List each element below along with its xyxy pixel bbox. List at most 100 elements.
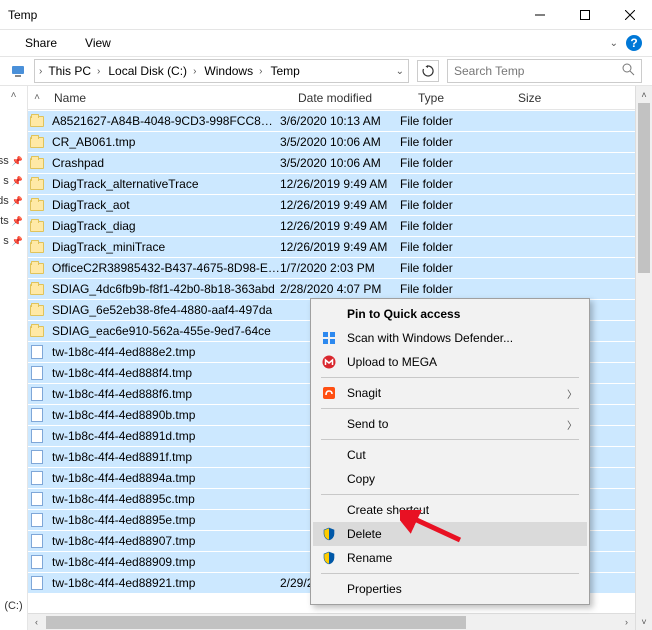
col-name[interactable]: Name (46, 91, 298, 105)
file-name: tw-1b8c-4f4-4ed8890b.tmp (46, 408, 280, 422)
search-input[interactable]: Search Temp (447, 59, 642, 83)
defender-icon (321, 331, 337, 345)
col-date[interactable]: Date modified (298, 91, 418, 105)
file-date: 12/26/2019 9:49 AM (280, 219, 400, 233)
drive-label[interactable]: (C:) (0, 600, 27, 612)
ribbon-collapse-icon[interactable]: ⌄ (610, 38, 618, 49)
menu-pin-quick-access[interactable]: Pin to Quick access (313, 302, 587, 326)
col-type[interactable]: Type (418, 91, 518, 105)
column-headers[interactable]: ˄ Name Date modified Type Size (28, 86, 635, 110)
folder-icon (28, 200, 46, 211)
pin-icon: 📌 (12, 236, 23, 247)
menu-rename[interactable]: Rename (313, 546, 587, 570)
folder-icon (28, 221, 46, 232)
vertical-scrollbar[interactable]: ˄ ˅ (635, 86, 652, 630)
menu-cut[interactable]: Cut (313, 443, 587, 467)
folder-icon (28, 179, 46, 190)
menu-upload-mega[interactable]: Upload to MEGA (313, 350, 587, 374)
file-name: tw-1b8c-4f4-4ed88921.tmp (46, 576, 280, 590)
file-date: 3/6/2020 10:13 AM (280, 114, 400, 128)
submenu-arrow-icon: 〉 (567, 417, 577, 432)
mega-icon (321, 355, 337, 369)
menu-properties[interactable]: Properties (313, 577, 587, 601)
breadcrumb[interactable]: › This PC› Local Disk (C:)› Windows› Tem… (34, 59, 409, 83)
table-row[interactable]: SDIAG_4dc6fb9b-f8f1-42b0-8b18-363abd2/28… (28, 278, 635, 299)
nav-pane[interactable]: ˄ ss📌 s📌 ds📌 ts📌 s📌 (C:) (0, 86, 28, 630)
file-date: 12/26/2019 9:49 AM (280, 198, 400, 212)
crumb-localdisk: Local Disk (C:)› (106, 64, 198, 78)
file-icon (28, 471, 46, 485)
nav-scroll-up-icon[interactable]: ˄ (11, 90, 17, 101)
menu-snagit[interactable]: Snagit 〉 (313, 381, 587, 405)
file-icon (28, 345, 46, 359)
folder-icon (28, 284, 46, 295)
table-row[interactable]: Crashpad3/5/2020 10:06 AMFile folder (28, 152, 635, 173)
tab-view[interactable]: View (85, 36, 111, 50)
scroll-thumb[interactable] (638, 103, 650, 273)
file-icon (28, 408, 46, 422)
folder-icon (28, 263, 46, 274)
menu-copy[interactable]: Copy (313, 467, 587, 491)
file-icon (28, 534, 46, 548)
file-name: tw-1b8c-4f4-4ed88909.tmp (46, 555, 280, 569)
file-icon (28, 576, 46, 590)
file-icon (28, 513, 46, 527)
crumb-thispc: This PC› (46, 64, 102, 78)
search-placeholder: Search Temp (454, 64, 524, 78)
folder-icon (28, 158, 46, 169)
file-date: 3/5/2020 10:06 AM (280, 156, 400, 170)
menu-delete[interactable]: Delete (313, 522, 587, 546)
file-name: tw-1b8c-4f4-4ed8894a.tmp (46, 471, 280, 485)
menu-scan-defender[interactable]: Scan with Windows Defender... (313, 326, 587, 350)
pin-icon: 📌 (12, 216, 23, 227)
hscroll-right-icon[interactable]: › (618, 617, 635, 627)
scroll-down-icon[interactable]: ˅ (636, 613, 652, 630)
file-name: A8521627-A84B-4048-9CD3-998FCC8D47... (46, 114, 280, 128)
refresh-button[interactable] (417, 60, 439, 82)
folder-icon (28, 137, 46, 148)
table-row[interactable]: CR_AB061.tmp3/5/2020 10:06 AMFile folder (28, 131, 635, 152)
table-row[interactable]: OfficeC2R38985432-B437-4675-8D98-E82...1… (28, 257, 635, 278)
file-name: tw-1b8c-4f4-4ed8891f.tmp (46, 450, 280, 464)
minimize-button[interactable] (517, 0, 562, 30)
horizontal-scrollbar[interactable]: ‹ › (28, 613, 635, 630)
table-row[interactable]: DiagTrack_aot12/26/2019 9:49 AMFile fold… (28, 194, 635, 215)
hscroll-left-icon[interactable]: ‹ (28, 617, 45, 627)
file-name: OfficeC2R38985432-B437-4675-8D98-E82... (46, 261, 280, 275)
chevron-right-icon[interactable]: › (39, 66, 42, 77)
col-scroll-up-icon[interactable]: ˄ (28, 92, 46, 103)
table-row[interactable]: DiagTrack_alternativeTrace12/26/2019 9:4… (28, 173, 635, 194)
close-button[interactable] (607, 0, 652, 30)
pin-icon: 📌 (12, 176, 23, 187)
file-type: File folder (400, 156, 500, 170)
table-row[interactable]: DiagTrack_diag12/26/2019 9:49 AMFile fol… (28, 215, 635, 236)
menu-send-to[interactable]: Send to 〉 (313, 412, 587, 436)
search-icon[interactable] (622, 63, 635, 79)
maximize-button[interactable] (562, 0, 607, 30)
col-size[interactable]: Size (518, 91, 578, 105)
scroll-up-icon[interactable]: ˄ (636, 86, 652, 103)
file-name: DiagTrack_miniTrace (46, 240, 280, 254)
table-row[interactable]: A8521627-A84B-4048-9CD3-998FCC8D47...3/6… (28, 110, 635, 131)
file-name: CR_AB061.tmp (46, 135, 280, 149)
file-name: SDIAG_4dc6fb9b-f8f1-42b0-8b18-363abd (46, 282, 280, 296)
context-menu: Pin to Quick access Scan with Windows De… (310, 298, 590, 605)
file-name: tw-1b8c-4f4-4ed8895e.tmp (46, 513, 280, 527)
tab-share[interactable]: Share (25, 36, 57, 50)
file-type: File folder (400, 198, 500, 212)
file-date: 2/28/2020 4:07 PM (280, 282, 400, 296)
submenu-arrow-icon: 〉 (567, 386, 577, 401)
table-row[interactable]: DiagTrack_miniTrace12/26/2019 9:49 AMFil… (28, 236, 635, 257)
file-type: File folder (400, 261, 500, 275)
ribbon-tabs: Share View ⌄ ? (0, 30, 652, 56)
history-dropdown-icon[interactable]: ⌄ (396, 66, 404, 77)
folder-icon (28, 242, 46, 253)
file-type: File folder (400, 219, 500, 233)
quick-item: ss📌 (0, 151, 27, 171)
menu-create-shortcut[interactable]: Create shortcut (313, 498, 587, 522)
address-bar: › This PC› Local Disk (C:)› Windows› Tem… (0, 56, 652, 86)
file-name: DiagTrack_aot (46, 198, 280, 212)
hscroll-thumb[interactable] (46, 616, 466, 629)
help-icon[interactable]: ? (626, 35, 642, 51)
file-icon (28, 492, 46, 506)
